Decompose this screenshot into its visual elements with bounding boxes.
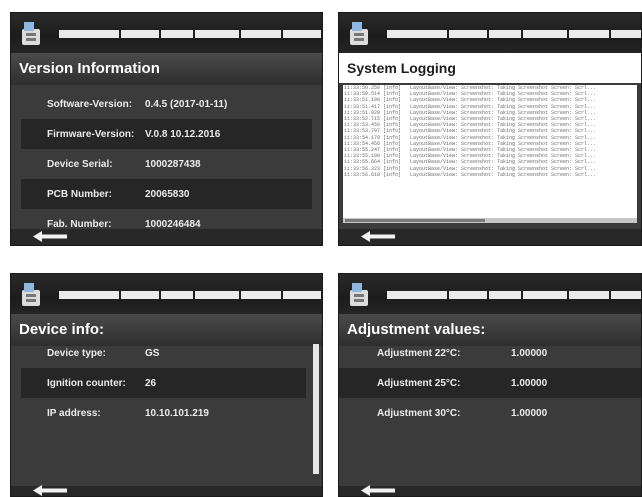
bottom-bar [339,229,641,245]
back-arrow-icon[interactable] [361,485,395,496]
row-value: 0.4.5 (2017-01-11) [145,98,228,110]
row-label: Firmware-Version: [47,128,135,140]
top-bar [339,13,641,53]
row-value: GS [145,347,160,359]
row-value: 1000246484 [145,218,201,230]
bottom-bar [11,485,322,496]
table-row: Software-Version: 0.4.5 (2017-01-11) [21,89,312,119]
progress-bar [387,291,641,299]
version-info-screen: Version Information Software-Version: 0.4… [10,12,323,246]
log-line: 11:33:56.618 [info] LayoutBase/View: Scre… [343,172,637,178]
row-label: Fab. Number: [47,218,112,230]
back-arrow-icon[interactable] [33,485,67,496]
progress-bar [59,30,322,38]
row-label: Adjustment 30°C: [377,407,461,419]
row-value: 10.10.101.219 [145,407,209,419]
back-arrow-icon[interactable] [33,231,67,242]
system-logging-screen: System Logging 11:33:50.250 [info] Layout… [338,12,642,246]
bottom-bar [339,485,641,496]
row-value: V.0.8 10.12.2016 [145,128,221,140]
scrollbar-thumb[interactable] [345,219,485,222]
table-row: IP address: 10.10.101.219 [21,398,306,428]
table-row: PCB Number: 20065830 [21,179,312,209]
top-bar [11,274,322,314]
row-label: Device type: [47,347,106,359]
top-bar [11,13,322,53]
device-icon [22,283,40,306]
row-value: 1.00000 [511,407,548,419]
row-label: IP address: [47,407,101,419]
adjustment-values-screen: Adjustment values: Adjustment 22°C: 1.000… [338,273,642,497]
row-label: Adjustment 22°C: [377,347,461,359]
table-row: Device type: GS [21,338,306,368]
horizontal-scrollbar[interactable] [343,218,637,223]
table-row: Firmware-Version: V.0.8 10.12.2016 [21,119,312,149]
device-info-screen: Device info: Device type: GS Ignition cou… [10,273,323,497]
device-icon [22,22,40,45]
table-row: Device Serial: 1000287438 [21,149,312,179]
row-label: PCB Number: [47,188,113,200]
progress-bar [59,291,322,299]
page-title: Version Information [11,53,322,85]
progress-bar [387,30,641,38]
table-row: Adjustment 25°C: 1.00000 [339,368,641,398]
row-value: 1.00000 [511,377,548,389]
page-title: System Logging [339,53,641,83]
log-time: 11:33:56.618 [info] [344,171,402,178]
top-bar [339,274,641,314]
row-value: 20065830 [145,188,190,200]
table-row: Ignition counter: 26 [21,368,306,398]
row-label: Device Serial: [47,158,113,170]
log-list[interactable]: 11:33:50.250 [info] LayoutBase/View: Scre… [343,85,637,223]
info-table: Software-Version: 0.4.5 (2017-01-11) Firm… [21,89,312,230]
vertical-scrollbar[interactable] [313,344,319,474]
log-message: LayoutBase/View: Screenshot: Taking Scre… [410,171,597,178]
back-arrow-icon[interactable] [361,231,395,242]
row-value: 1000287438 [145,158,201,170]
row-label: Adjustment 25°C: [377,377,461,389]
device-icon [350,22,368,45]
info-table: Device type: GS Ignition counter: 26 IP ad… [21,338,306,476]
row-label: Software-Version: [47,98,133,110]
device-icon [350,283,368,306]
row-value: 26 [145,377,157,389]
table-row: Adjustment 22°C: 1.00000 [339,338,641,368]
row-value: 1.00000 [511,347,548,359]
row-label: Ignition counter: [47,377,126,389]
info-table: Adjustment 22°C: 1.00000 Adjustment 25°C:… [339,338,641,476]
table-row: Adjustment 30°C: 1.00000 [339,398,641,428]
bottom-bar [11,229,322,245]
